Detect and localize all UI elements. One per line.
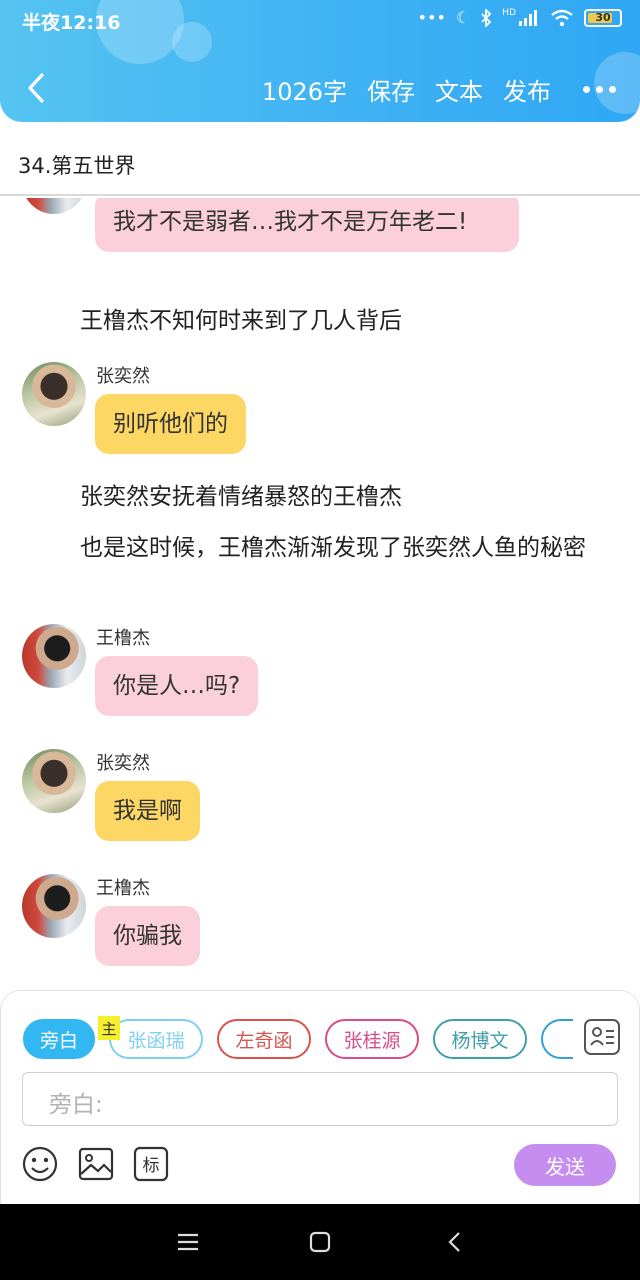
wifi-icon xyxy=(551,9,573,26)
app-header: 半夜12:16 ••• ☾ HD 30 1026字 保存 文本 发布 xyxy=(0,0,640,122)
word-count: 1026字 xyxy=(261,78,347,106)
narration-text[interactable]: 张奕然安抚着情绪暴怒的王橹杰 xyxy=(26,480,616,514)
signal-icon xyxy=(519,9,537,26)
avatar-wanglujie[interactable] xyxy=(22,198,86,214)
toolbar-actions: 1026字 保存 文本 发布 xyxy=(262,72,616,107)
more-dots-icon: ••• xyxy=(417,8,446,27)
chip-yangbowen[interactable]: 杨博文 xyxy=(433,1019,527,1059)
editor-toolbar: 1026字 保存 文本 发布 xyxy=(0,62,640,118)
chip-zhanghanrui[interactable]: 张函瑞 xyxy=(109,1019,203,1059)
chip-narrator[interactable]: 旁白 xyxy=(23,1019,95,1059)
chapter-title-bar[interactable]: 34.第五世界 xyxy=(0,130,640,196)
narration-text[interactable]: 也是这时候，王橹杰渐渐发现了张奕然人鱼的秘密 xyxy=(26,531,616,565)
narration-text[interactable]: 王橹杰不知何时来到了几人背后 xyxy=(26,304,616,338)
narration-input[interactable]: 旁白: xyxy=(22,1072,618,1126)
avatar-zhangyiran[interactable] xyxy=(22,362,86,426)
chip-zhangguiyuan[interactable]: 张桂源 xyxy=(325,1019,419,1059)
system-nav-bar xyxy=(0,1204,640,1280)
message-bubble[interactable]: 我才不是弱者…我才不是万年老二! xyxy=(95,198,519,252)
home-icon[interactable] xyxy=(306,1228,334,1256)
message-bubble[interactable]: 我是啊 xyxy=(95,781,200,841)
back-button[interactable] xyxy=(18,70,54,106)
chat-content[interactable]: 我才不是弱者…我才不是万年老二! 王橹杰不知何时来到了几人背后 张奕然 别听他们… xyxy=(0,198,640,990)
status-time: 半夜12:16 xyxy=(22,12,121,34)
battery-icon: 30 xyxy=(584,8,622,27)
speaker-name: 张奕然 xyxy=(96,366,150,387)
speaker-name: 王橹杰 xyxy=(96,628,150,649)
status-icons: ••• ☾ HD 30 xyxy=(418,8,622,27)
save-button[interactable]: 保存 xyxy=(367,72,415,107)
input-placeholder: 旁白: xyxy=(49,1092,103,1118)
avatar-wanglujie[interactable] xyxy=(22,624,86,688)
svg-text:标: 标 xyxy=(143,1156,160,1176)
speaker-name: 王橹杰 xyxy=(96,878,150,899)
network-type-label: HD xyxy=(502,8,516,18)
message-bubble[interactable]: 别听他们的 xyxy=(95,394,246,454)
more-options-icon[interactable] xyxy=(583,86,616,93)
avatar-zhangyiran[interactable] xyxy=(22,749,86,813)
main-character-tag: 主 xyxy=(98,1016,120,1040)
battery-level: 30 xyxy=(595,11,611,24)
back-nav-icon[interactable] xyxy=(440,1228,468,1256)
chapter-title: 34.第五世界 xyxy=(18,154,136,178)
chip-more-character[interactable]: 代 xyxy=(541,1019,573,1059)
moon-icon: ☾ xyxy=(455,8,471,27)
message-bubble[interactable]: 你骗我 xyxy=(95,906,200,966)
emoji-icon[interactable] xyxy=(22,1146,58,1182)
speaker-name: 张奕然 xyxy=(96,753,150,774)
menu-icon[interactable] xyxy=(174,1228,202,1256)
chip-zuoqihan[interactable]: 左奇函 xyxy=(217,1019,311,1059)
image-icon[interactable] xyxy=(78,1146,114,1182)
message-bubble[interactable]: 你是人…吗? xyxy=(95,656,259,716)
status-bar: 半夜12:16 ••• ☾ HD 30 xyxy=(0,0,640,40)
chevron-left-icon xyxy=(28,73,44,103)
text-mode-button[interactable]: 文本 xyxy=(435,72,483,107)
send-button[interactable]: 发送 xyxy=(514,1144,616,1186)
publish-button[interactable]: 发布 xyxy=(503,72,551,107)
character-list-icon[interactable] xyxy=(584,1019,620,1055)
bluetooth-icon xyxy=(481,8,492,27)
avatar-wanglujie[interactable] xyxy=(22,874,86,938)
tag-marker-icon[interactable]: 标 xyxy=(133,1146,169,1182)
